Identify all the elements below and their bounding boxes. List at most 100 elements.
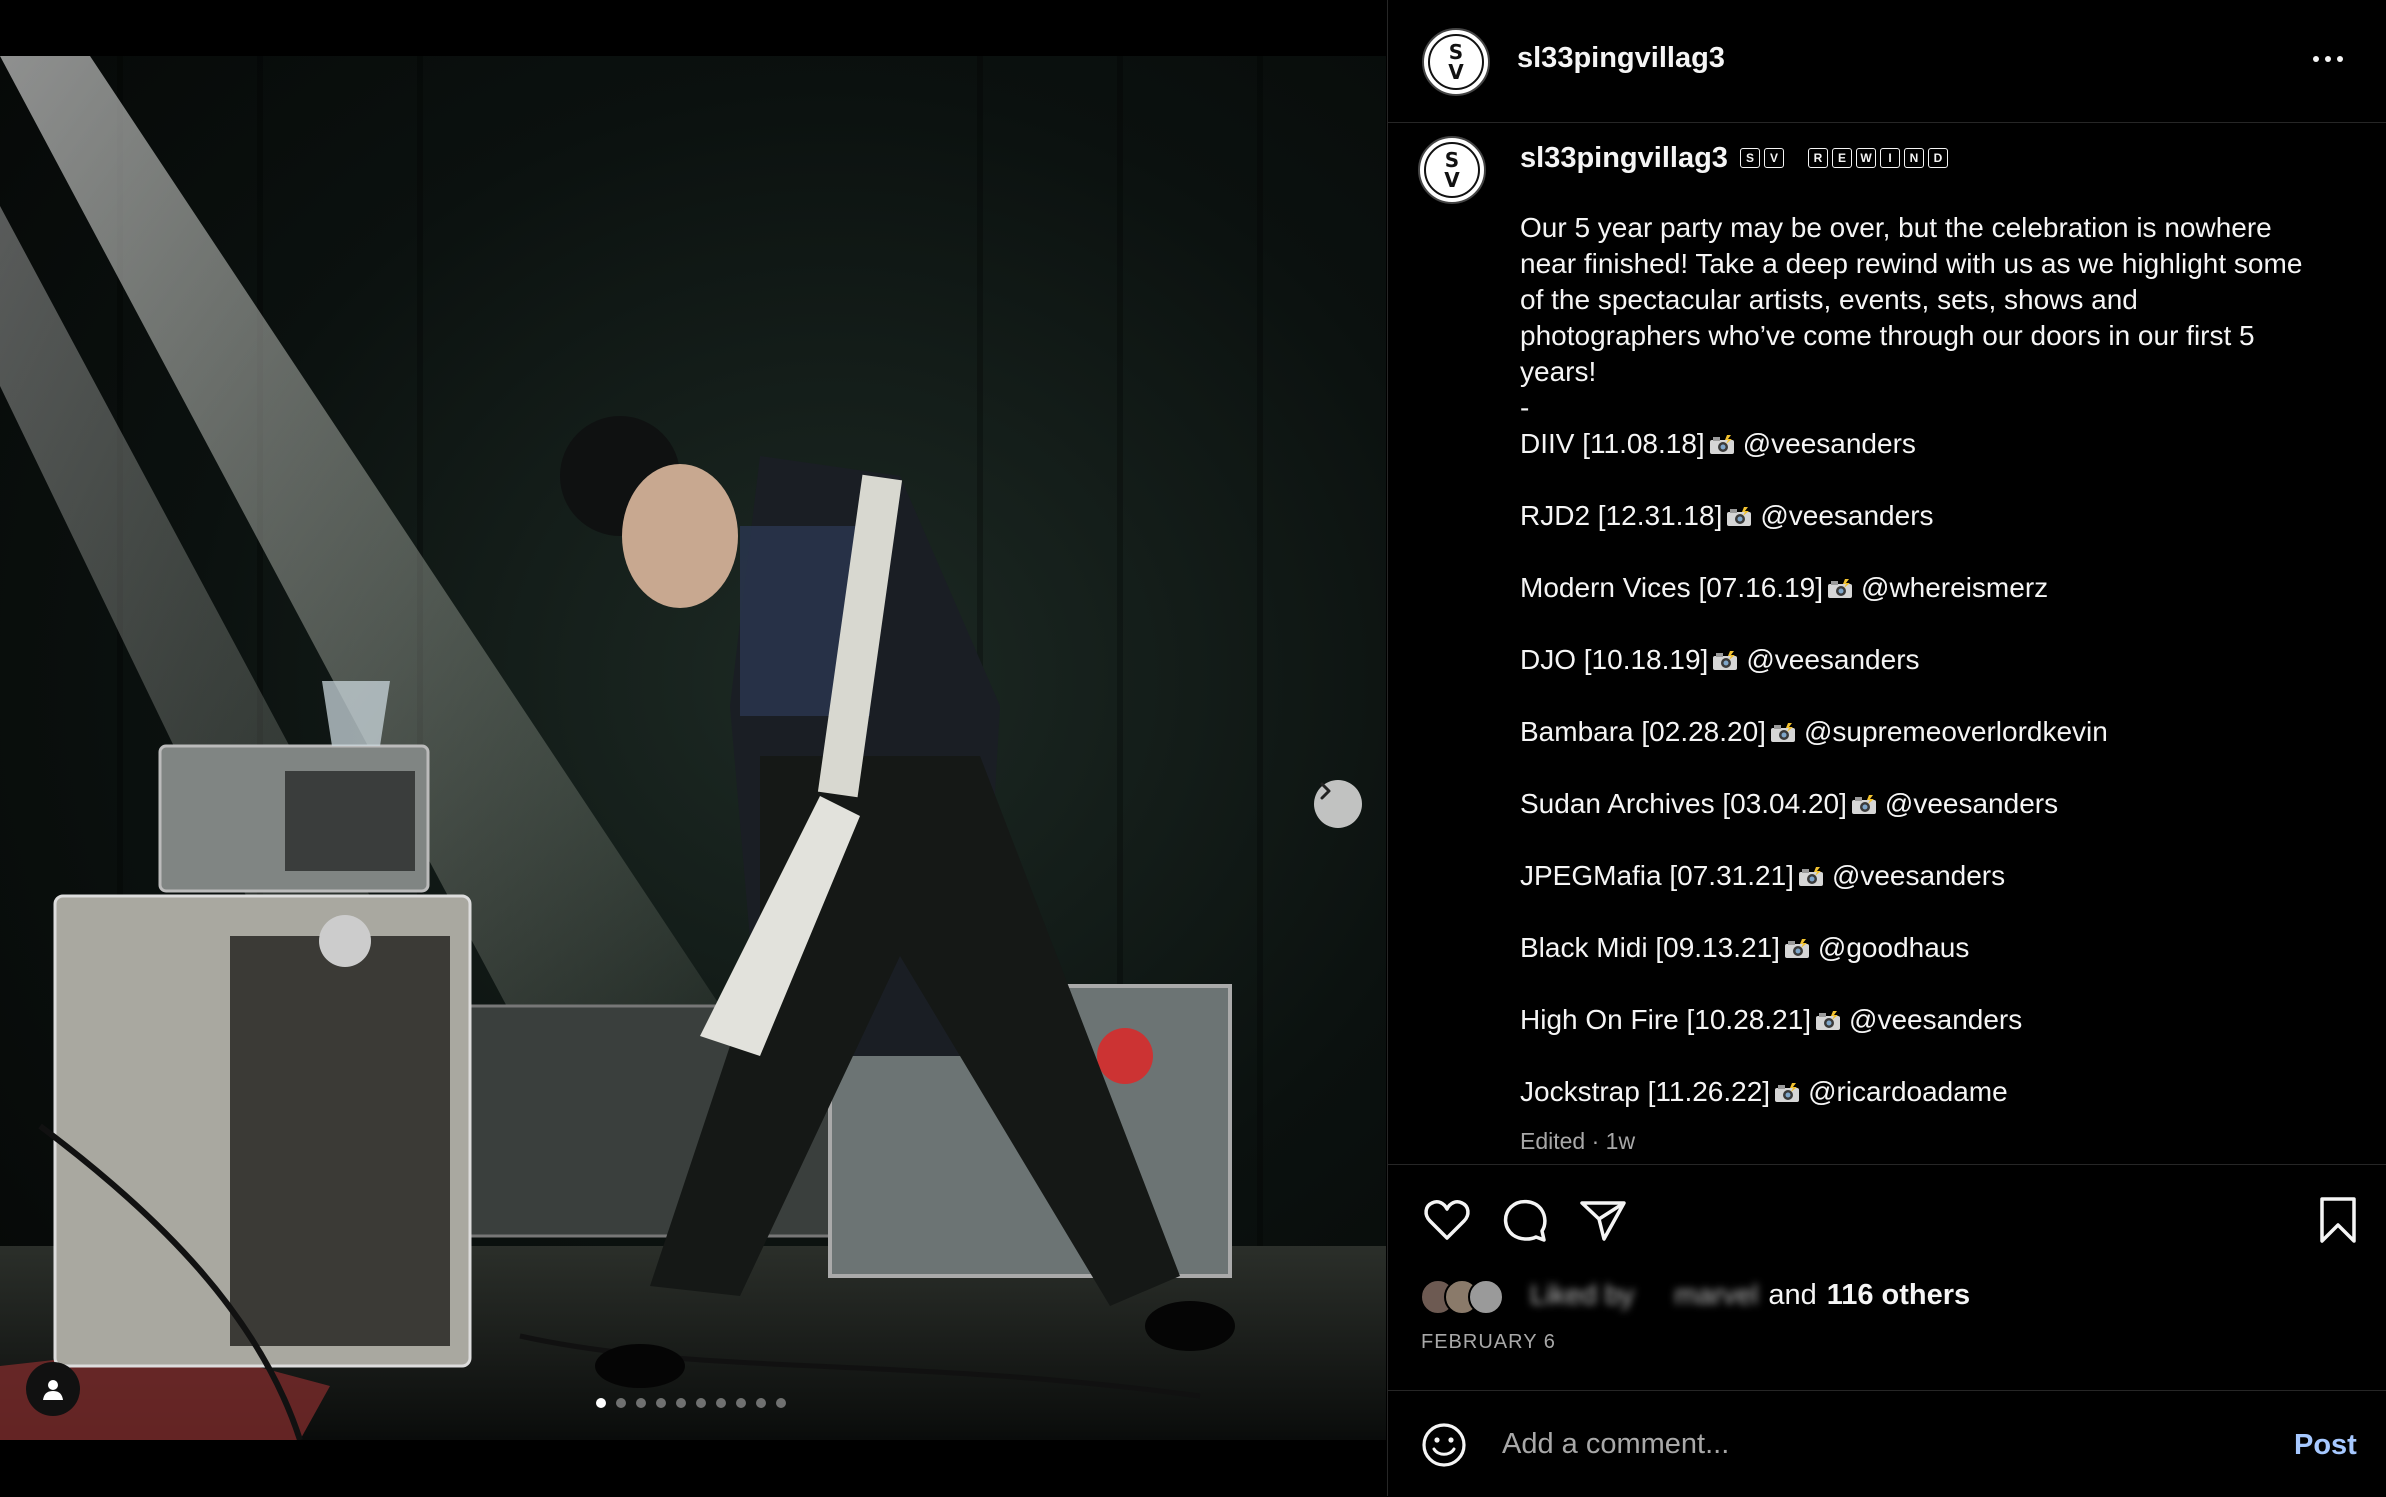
show-label: Black Midi [09.13.21] xyxy=(1520,932,1780,963)
next-slide-button[interactable] xyxy=(1314,780,1362,828)
liker-avatar xyxy=(1468,1279,1504,1315)
comment-button[interactable] xyxy=(1500,1195,1550,1250)
carousel-dot xyxy=(716,1398,726,1408)
caption-entry: Bambara [02.28.20] @supremeoverlordkevin xyxy=(1520,714,2320,750)
boxed-letter: S xyxy=(1740,148,1760,168)
share-button[interactable] xyxy=(1578,1195,1628,1250)
caption-entry: DIIV [11.08.18] @veesanders xyxy=(1520,426,2320,462)
boxed-letter: V xyxy=(1764,148,1784,168)
caption-entry: Black Midi [09.13.21] @goodhaus xyxy=(1520,930,2320,966)
post-header: S V sl33pingvillag3 xyxy=(1388,0,2386,123)
carousel-dot xyxy=(696,1398,706,1408)
carousel-dot xyxy=(636,1398,646,1408)
concert-photo[interactable] xyxy=(0,56,1386,1440)
show-label: Jockstrap [11.26.22] xyxy=(1520,1076,1771,1107)
liked-by-prefix: Liked by xyxy=(1530,1279,1635,1310)
caption-section: S V sl33pingvillag3 SV REWIND Our 5 year … xyxy=(1388,122,2386,1164)
photographer-mention-link[interactable]: @supremeoverlordkevin xyxy=(1804,716,2108,747)
caption-entry: DJO [10.18.19] @veesanders xyxy=(1520,642,2320,678)
camera-flash-emoji xyxy=(1770,723,1795,742)
heart-icon xyxy=(1424,1200,1470,1240)
liked-and: and xyxy=(1768,1278,1817,1311)
photographer-mention-link[interactable]: @veesanders xyxy=(1832,860,2005,891)
smiley-icon xyxy=(1422,1423,1466,1467)
liked-by-user-link[interactable]: marvel xyxy=(1674,1279,1758,1311)
edited-timestamp[interactable]: Edited · 1w xyxy=(1520,1128,1635,1155)
camera-flash-emoji xyxy=(1851,795,1876,814)
caption-entry: Jockstrap [11.26.22] @ricardoadame xyxy=(1520,1074,2320,1110)
carousel-dot xyxy=(736,1398,746,1408)
caption-entry: JPEGMafia [07.31.21] @veesanders xyxy=(1520,858,2320,894)
boxed-letter: I xyxy=(1880,148,1900,168)
photographer-mention-link[interactable]: @whereismerz xyxy=(1861,572,2048,603)
comment-input[interactable] xyxy=(1500,1423,2264,1465)
comment-composer: Post xyxy=(1388,1390,2386,1497)
photographer-mention-link[interactable]: @veesanders xyxy=(1849,1004,2022,1035)
post-actions: Liked by marvel and 116 others FEBRUARY … xyxy=(1388,1164,2386,1425)
photographer-mention-link[interactable]: @veesanders xyxy=(1743,428,1916,459)
carousel-dot xyxy=(756,1398,766,1408)
carousel-dot xyxy=(596,1398,606,1408)
like-button[interactable] xyxy=(1422,1195,1472,1250)
camera-flash-emoji xyxy=(1816,1011,1841,1030)
camera-flash-emoji xyxy=(1727,507,1752,526)
caption-intro: Our 5 year party may be over, but the ce… xyxy=(1520,212,2303,387)
caption-entry: High On Fire [10.28.21] @veesanders xyxy=(1520,1002,2320,1038)
photographer-mention-link[interactable]: @veesanders xyxy=(1760,500,1933,531)
user-tag-icon xyxy=(43,1380,63,1400)
comment-bubble-icon xyxy=(1503,1199,1547,1242)
photographer-mention-link[interactable]: @goodhaus xyxy=(1818,932,1969,963)
boxed-letter: D xyxy=(1928,148,1948,168)
caption-entry: Modern Vices [07.16.19] @whereismerz xyxy=(1520,570,2320,606)
carousel-dot xyxy=(776,1398,786,1408)
post-date[interactable]: FEBRUARY 6 xyxy=(1421,1331,1556,1354)
boxed-letter: R xyxy=(1808,148,1828,168)
carousel-dot xyxy=(656,1398,666,1408)
camera-flash-emoji xyxy=(1709,435,1734,454)
show-label: RJD2 [12.31.18] xyxy=(1520,500,1723,531)
camera-flash-emoji xyxy=(1775,1083,1800,1102)
emoji-button[interactable] xyxy=(1420,1421,1468,1474)
bookmark-icon xyxy=(2320,1197,2356,1243)
show-label: High On Fire [10.28.21] xyxy=(1520,1004,1812,1035)
liker-avatars xyxy=(1420,1275,1524,1315)
chevron-right-icon xyxy=(1320,782,1331,800)
post-details-panel: S V sl33pingvillag3 S V sl33pingvillag3 … xyxy=(1387,0,2386,1496)
boxed-letter: W xyxy=(1856,148,1876,168)
carousel-dot xyxy=(676,1398,686,1408)
show-label: DJO [10.18.19] xyxy=(1520,644,1709,675)
caption-dash: - xyxy=(1520,392,1530,423)
caption-author-avatar[interactable]: S V xyxy=(1418,136,1486,204)
camera-flash-emoji xyxy=(1828,579,1853,598)
likes-summary[interactable]: Liked by marvel and 116 others xyxy=(1420,1275,1970,1315)
author-username-link[interactable]: sl33pingvillag3 xyxy=(1517,42,1725,75)
photographer-mention-link[interactable]: @ricardoadame xyxy=(1808,1076,2008,1107)
photo-illustration xyxy=(0,56,1386,1440)
post-comment-button[interactable]: Post xyxy=(2294,1429,2357,1462)
tagged-users-button[interactable] xyxy=(26,1362,80,1416)
liked-others-link[interactable]: 116 others xyxy=(1827,1279,1970,1312)
show-label: Bambara [02.28.20] xyxy=(1520,716,1766,747)
caption-entry: Sudan Archives [03.04.20] @veesanders xyxy=(1520,786,2320,822)
save-button[interactable] xyxy=(2316,1195,2360,1250)
post-media xyxy=(0,0,1386,1496)
photographer-mention-link[interactable]: @veesanders xyxy=(1746,644,1919,675)
caption-username-link[interactable]: sl33pingvillag3 xyxy=(1520,142,1728,175)
more-horizontal-icon xyxy=(2313,56,2319,62)
photographer-mention-link[interactable]: @veesanders xyxy=(1885,788,2058,819)
author-avatar[interactable]: S V xyxy=(1422,28,1490,96)
camera-flash-emoji xyxy=(1713,651,1738,670)
camera-flash-emoji xyxy=(1784,939,1809,958)
boxed-letter: E xyxy=(1832,148,1852,168)
carousel-indicators xyxy=(596,1398,786,1408)
show-label: Modern Vices [07.16.19] xyxy=(1520,572,1824,603)
caption-text: Our 5 year party may be over, but the ce… xyxy=(1520,210,2320,1110)
caption-entry: RJD2 [12.31.18] @veesanders xyxy=(1520,498,2320,534)
rewind-badge-text: SV REWIND xyxy=(1740,148,1948,168)
more-options-button[interactable] xyxy=(2313,56,2343,62)
boxed-letter xyxy=(1788,148,1804,168)
show-label: DIIV [11.08.18] xyxy=(1520,428,1705,459)
paper-plane-icon xyxy=(1580,1201,1626,1241)
show-label: JPEGMafia [07.31.21] xyxy=(1520,860,1794,891)
caption-entry-list: DIIV [11.08.18] @veesanders RJD2 [12.31.18… xyxy=(1520,426,2320,1110)
